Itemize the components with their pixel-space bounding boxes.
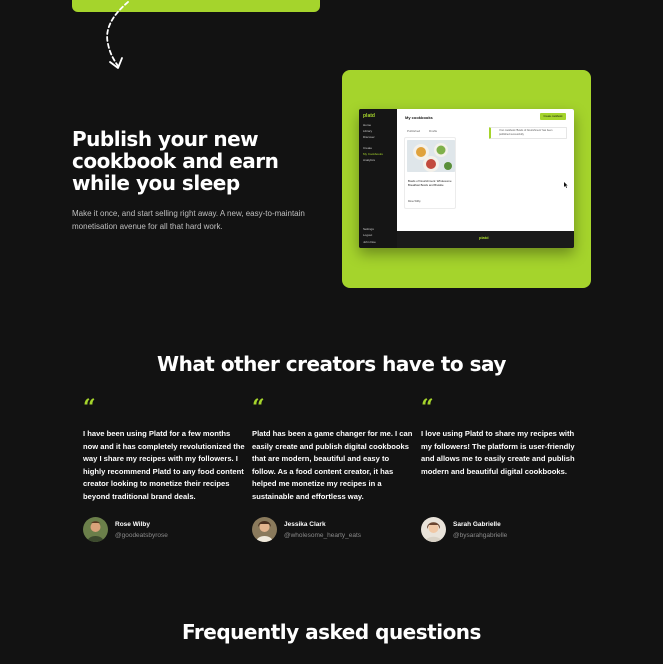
author-handle: @wholesome_hearty_eats [284,532,362,539]
author-handle: @bysarahgabrielle [453,532,508,539]
avatar [83,517,108,542]
faq-heading: Frequently asked questions [182,620,481,644]
quote-icon: “ [421,395,434,421]
sidebar-item: Discover [363,135,375,139]
sidebar-item: Logout [363,233,373,237]
app-logo: platd [363,113,375,119]
sidebar-item-active: My Cookbooks [363,152,383,156]
app-main-panel: My cookbooks Create cookbook Published D… [397,109,574,231]
testimonial-card: “ I have been using Platd for a few mont… [83,395,245,542]
sidebar-item: Analytics [363,158,376,162]
app-screenshot: platd Home Library Discover Create My Co… [359,109,574,248]
recipe-card: Bowls of Nourishment: Wholesome Breakfas… [404,137,456,209]
app-create-button: Create cookbook [540,113,566,120]
recipe-title: Bowls of Nourishment: Wholesome Breakfas… [408,179,452,187]
quote-icon: “ [252,395,265,421]
testimonial-text: I love using Platd to share my recipes w… [421,429,575,476]
author-name: Sarah Gabrielle [453,521,501,528]
app-tab-published: Published [407,129,421,133]
publish-description: Make it once, and start selling right aw… [72,209,305,231]
author-name: Jessika Clark [284,521,326,528]
app-title: My cookbooks [405,115,433,120]
app-notice: Your cookbook 'Bowls of Nourishment' has… [489,127,567,139]
publish-heading: Publish your new cookbook and earn while… [72,127,279,195]
avatar [252,517,277,542]
app-footer: platd [397,231,574,248]
testimonial-card: “ I love using Platd to share my recipes… [421,395,583,542]
sidebar-item: Home [363,123,372,127]
app-sidebar: platd Home Library Discover Create My Co… [359,109,397,248]
testimonial-card: “ Platd has been a game changer for me. … [252,395,414,542]
sidebar-item: Settings [363,227,374,231]
food-bowls-icon [407,140,455,172]
app-tab-drafts: Drafts [429,129,438,133]
testimonial-author: Jessika Clark @wholesome_hearty_eats [252,517,422,543]
testimonial-text: I have been using Platd for a few months… [83,429,245,501]
testimonial-author: Sarah Gabrielle @bysarahgabrielle [421,517,591,543]
author-name: Rose Wilby [115,521,150,528]
app-tabs: Published Drafts [407,129,445,133]
sidebar-item: Library [363,129,373,133]
avatar [421,517,446,542]
app-footer-logo: platd [479,235,489,240]
sidebar-item: Create [363,146,373,150]
publish-section: Publish your new cookbook and earn while… [72,128,332,233]
sidebar-user: John Doe [363,240,376,244]
testimonial-text: Platd has been a game changer for me. I … [252,429,413,501]
recipe-author: Rose Wilby [408,200,421,203]
mouse-cursor-icon [564,182,568,188]
curved-arrow-icon [106,1,129,69]
quote-icon: “ [83,395,96,421]
testimonial-author: Rose Wilby @goodeatsbyrose [83,517,253,543]
recipe-image [407,140,455,172]
author-handle: @goodeatsbyrose [115,532,168,539]
testimonials-heading: What other creators have to say [157,352,506,376]
